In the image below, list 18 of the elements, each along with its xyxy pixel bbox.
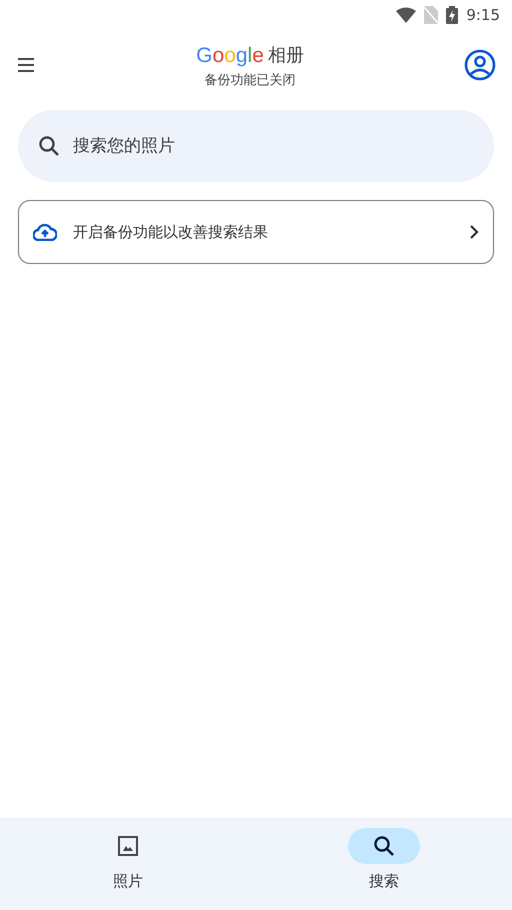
nav-tab[interactable]: 照片: [0, 818, 256, 910]
image-icon: [117, 835, 139, 857]
nav-tab[interactable]: 搜索: [256, 818, 512, 910]
chevron-right-icon: [469, 225, 479, 239]
app-title: 相册: [268, 44, 304, 68]
google-logo: Google: [196, 42, 264, 68]
menu-icon[interactable]: [16, 58, 36, 72]
status-time: 9:15: [466, 4, 500, 26]
search-field[interactable]: 搜索您的照片: [18, 110, 494, 182]
search-icon: [373, 835, 395, 857]
backup-prompt-card[interactable]: 开启备份功能以改善搜索结果: [18, 200, 494, 264]
no-sim-icon: [424, 6, 438, 24]
wifi-icon: [396, 7, 416, 23]
account-icon[interactable]: [464, 49, 496, 81]
backup-status: 备份功能已关闭: [204, 72, 296, 90]
battery-icon: [446, 6, 458, 24]
cloud-upload-icon: [33, 223, 57, 241]
backup-prompt-text: 开启备份功能以改善搜索结果: [73, 222, 269, 243]
